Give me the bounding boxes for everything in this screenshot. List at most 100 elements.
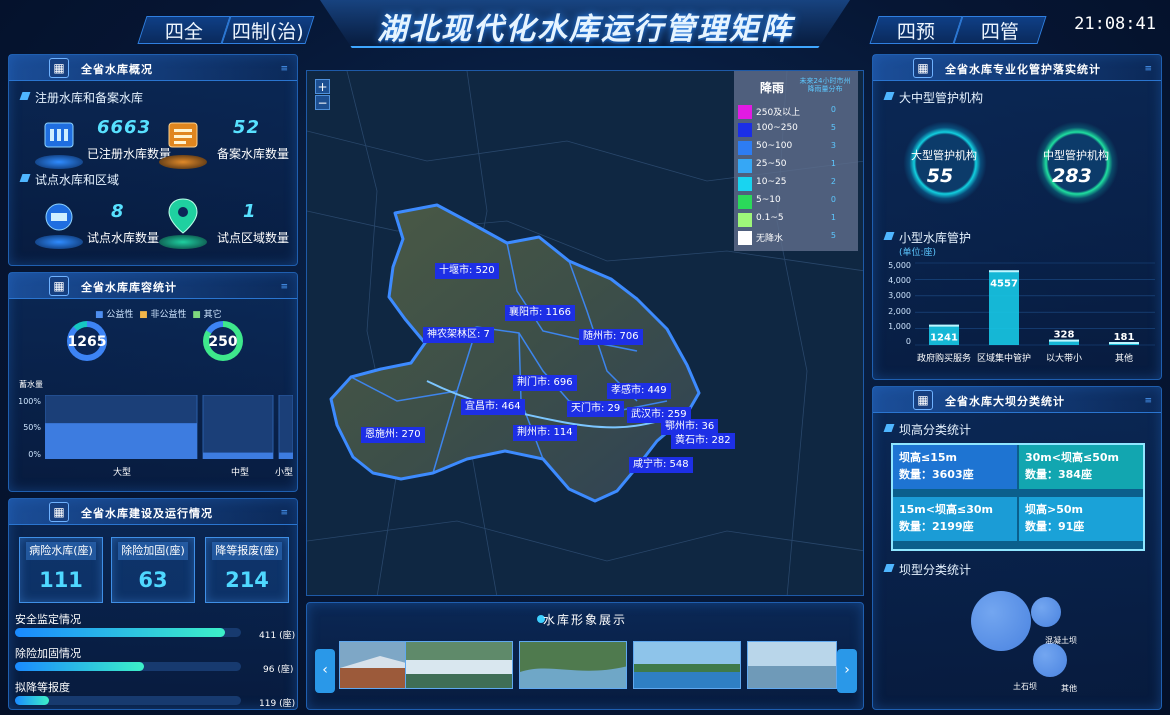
city-label[interactable]: 黄石市: 282 [671, 433, 735, 449]
deco-icon: ≡ [280, 508, 287, 518]
large-org-label: 大型管护机构 [911, 149, 977, 162]
city-label[interactable]: 天门市: 29 [567, 401, 625, 417]
legend-swatch [738, 195, 752, 209]
y-tick: 2,000 [888, 307, 911, 316]
ring-2-value: 250 [208, 334, 238, 350]
bubble-label: 其他 [1061, 684, 1077, 693]
dam-height-grid: 坝高≤15m 数量：3603座 30m<坝高≤50m 数量：384座 15m<坝… [891, 443, 1145, 551]
reservoir-photo[interactable] [519, 641, 627, 689]
city-label[interactable]: 咸宁市: 548 [629, 457, 693, 473]
city-label[interactable]: 十堰市: 520 [435, 263, 499, 279]
dam-cell[interactable]: 15m<坝高≤30m 数量：2199座 [893, 497, 1017, 541]
stat-dangerous-reservoir[interactable]: 病险水库(座) 111 [19, 537, 103, 603]
bar-cap [929, 324, 959, 327]
city-label[interactable]: 恩施州: 270 [361, 427, 425, 443]
panel-title: 全省水库专业化管护落实统计 [945, 63, 1101, 76]
legend-label: 10~25 [756, 177, 787, 187]
pedestal [159, 155, 207, 169]
tab-siguan[interactable]: 四管 [953, 16, 1047, 44]
large-org-count: 55 [926, 165, 954, 187]
stat-value: 214 [225, 568, 269, 592]
tab-siyu[interactable]: 四预 [869, 16, 963, 44]
small-reservoir-chart: 1241 4557 328 181 [915, 262, 1155, 346]
large-org-disc [903, 121, 987, 205]
dam-count: 数量：384座 [1025, 468, 1092, 481]
rainfall-map[interactable]: + − 十堰市: 520 襄阳市: 1166 神农架林区: 7 随州市: 706… [306, 70, 864, 596]
bubble-label: 混凝土坝 [1045, 636, 1077, 645]
legend-count: 1 [830, 159, 836, 168]
city-label[interactable]: 荆州市: 114 [513, 425, 577, 441]
header: 四全 四制(治) 湖北现代化水库运行管理矩阵 四预 四管 21:08:41 [0, 0, 1170, 52]
panel-header: ▦ 全省水库大坝分类统计 ≡ [873, 387, 1161, 413]
sub-heading: 坝高分类统计 [885, 421, 971, 438]
dam-count: 数量：3603座 [899, 468, 974, 481]
panel-title: 全省水库概况 [81, 63, 153, 76]
bar-value: 96 (座) [263, 662, 293, 675]
bar-cap [989, 270, 1019, 273]
city-label[interactable]: 神农架林区: 7 [423, 327, 494, 343]
dam-cell[interactable]: 30m<坝高≤50m 数量：384座 [1019, 445, 1143, 489]
bar-value: 119 (座) [259, 696, 295, 709]
stat-label: 除险加固(座) [118, 542, 188, 560]
legend-note: 未来24小时市州降雨量分布 [799, 77, 851, 93]
legend-count: 5 [830, 231, 836, 240]
x-tick: 政府购买服务 [916, 354, 971, 364]
city-label[interactable]: 随州市: 706 [579, 329, 643, 345]
zoom-in-button[interactable]: + [315, 79, 330, 94]
city-label[interactable]: 孝感市: 449 [607, 383, 671, 399]
ring-1-value: 1265 [67, 334, 107, 350]
legend-swatch [738, 105, 752, 119]
deco-icon: ≡ [1144, 64, 1151, 74]
legend-label: 100~250 [756, 123, 798, 133]
legend-count: 1 [830, 213, 836, 222]
city-label[interactable]: 宜昌市: 464 [461, 399, 525, 415]
legend-count: 2 [830, 177, 836, 186]
capacity-panel: ▦ 全省水库库容统计 ≡ ■ 公益性 ■ 非公益性 ■ 其它 1265 250 … [8, 272, 298, 492]
stat-downgrade[interactable]: 降等报废(座) 214 [205, 537, 289, 603]
bar-unit: (座) [279, 631, 296, 641]
panel-header: ▦ 全省水库库容统计 ≡ [9, 273, 297, 299]
bar-value: 411 (座) [259, 628, 295, 641]
gallery-next-button[interactable]: › [837, 649, 857, 693]
storage-chart [45, 395, 293, 459]
reservoir-photo[interactable] [633, 641, 741, 689]
y-tick: 50% [23, 423, 41, 432]
grid-icon: ▦ [49, 502, 69, 522]
dam-panel: ▦ 全省水库大坝分类统计 ≡ 坝高分类统计 坝高≤15m 数量：3603座 30… [872, 386, 1162, 710]
city-label[interactable]: 襄阳市: 1166 [505, 305, 575, 321]
dam-cell[interactable]: 坝高>50m 数量：91座 [1019, 497, 1143, 541]
pilot-region-label: 试点区域数量 [217, 231, 290, 245]
reservoir-photo[interactable] [405, 641, 513, 689]
city-label[interactable]: 荆门市: 696 [513, 375, 577, 391]
dam-cell[interactable]: 坝高≤15m 数量：3603座 [893, 445, 1017, 489]
dam-range: 坝高≤15m [899, 451, 957, 464]
legend-count: 0 [830, 105, 836, 114]
y-tick: 4,000 [888, 276, 911, 285]
gallery-prev-button[interactable]: ‹ [315, 649, 335, 693]
zoom-out-button[interactable]: − [315, 95, 330, 110]
bar-value-label: 181 [1114, 332, 1135, 343]
legend-title: 降雨 [760, 81, 785, 95]
filed-count: 52 [233, 117, 261, 138]
legend-row: 0.1~5 1 [738, 211, 854, 229]
bar-number: 119 [259, 699, 277, 709]
legend-row: 10~25 2 [738, 175, 854, 193]
dam-type-bubble[interactable] [971, 591, 1031, 651]
gallery-panel: 水库形象展示 ‹ › [306, 602, 864, 710]
legend-row: 250及以上 0 [738, 103, 854, 121]
progress-track [15, 628, 241, 637]
stat-reinforcement[interactable]: 除险加固(座) 63 [111, 537, 195, 603]
progress-track [15, 662, 241, 671]
sub-heading: 注册水库和备案水库 [21, 89, 143, 106]
dam-type-bubble[interactable] [1031, 597, 1061, 627]
bar-title: 安全监定情况 [15, 613, 81, 626]
storage-fill [279, 452, 293, 459]
storage-axis-title: 蓄水量 [19, 380, 43, 389]
dam-type-bubble[interactable] [1033, 643, 1067, 677]
reservoir-photo[interactable] [747, 641, 837, 689]
dam-count: 数量：91座 [1025, 520, 1085, 533]
bar-value-label: 4557 [990, 278, 1018, 289]
legend-swatch [738, 213, 752, 227]
storage-bg [202, 395, 274, 459]
stat-label: 病险水库(座) [26, 542, 96, 560]
